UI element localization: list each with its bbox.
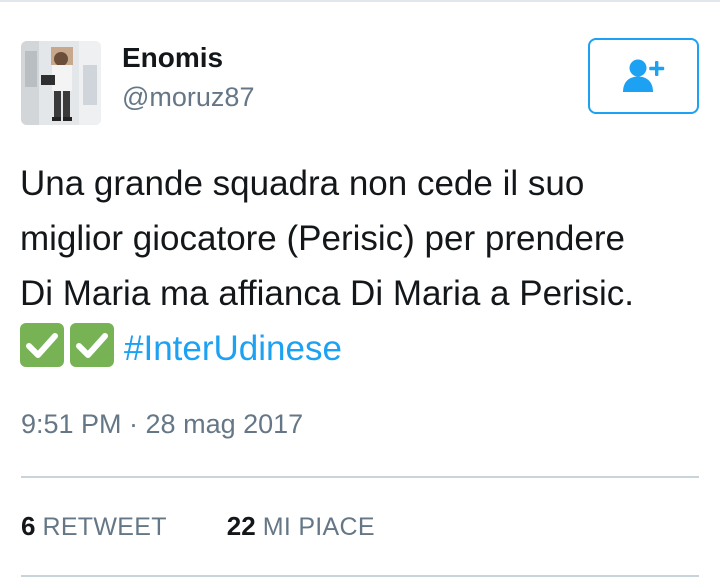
follow-button[interactable]	[588, 38, 699, 114]
tweet-stats: 6 RETWEET 22 MI PIACE	[21, 508, 375, 544]
retweet-label: RETWEET	[42, 512, 167, 541]
tweet-text-line: Una grande squadra non cede il suo	[20, 164, 585, 203]
tweet-text-line: #InterUdinese	[20, 321, 700, 376]
tweet-detail: Enomis @moruz87 Una grande squadra non c…	[0, 0, 720, 587]
top-divider	[0, 0, 720, 2]
hashtag-link[interactable]: #InterUdinese	[124, 329, 342, 368]
likes-stat[interactable]: 22 MI PIACE	[227, 511, 375, 542]
retweet-stat[interactable]: 6 RETWEET	[21, 511, 167, 542]
divider	[21, 575, 699, 577]
divider	[21, 476, 699, 478]
tweet-text-line: miglior giocatore (Perisic) per prendere	[20, 219, 625, 258]
retweet-count: 6	[21, 510, 36, 541]
user-handle[interactable]: @moruz87	[122, 80, 254, 114]
display-name[interactable]: Enomis	[122, 41, 223, 75]
check-mark-button-icon	[70, 323, 114, 367]
tweet-text-line: Di Maria ma affianca Di Maria a Perisic.	[20, 274, 634, 313]
tweet-text: Una grande squadra non cede il suo migli…	[20, 156, 700, 376]
likes-label: MI PIACE	[262, 512, 375, 541]
profile-photo	[21, 41, 101, 125]
likes-count: 22	[226, 510, 256, 541]
tweet-timestamp[interactable]: 9:51 PM · 28 mag 2017	[21, 406, 303, 442]
avatar[interactable]	[21, 41, 101, 125]
add-user-icon	[622, 59, 664, 92]
check-mark-button-icon	[20, 323, 64, 367]
